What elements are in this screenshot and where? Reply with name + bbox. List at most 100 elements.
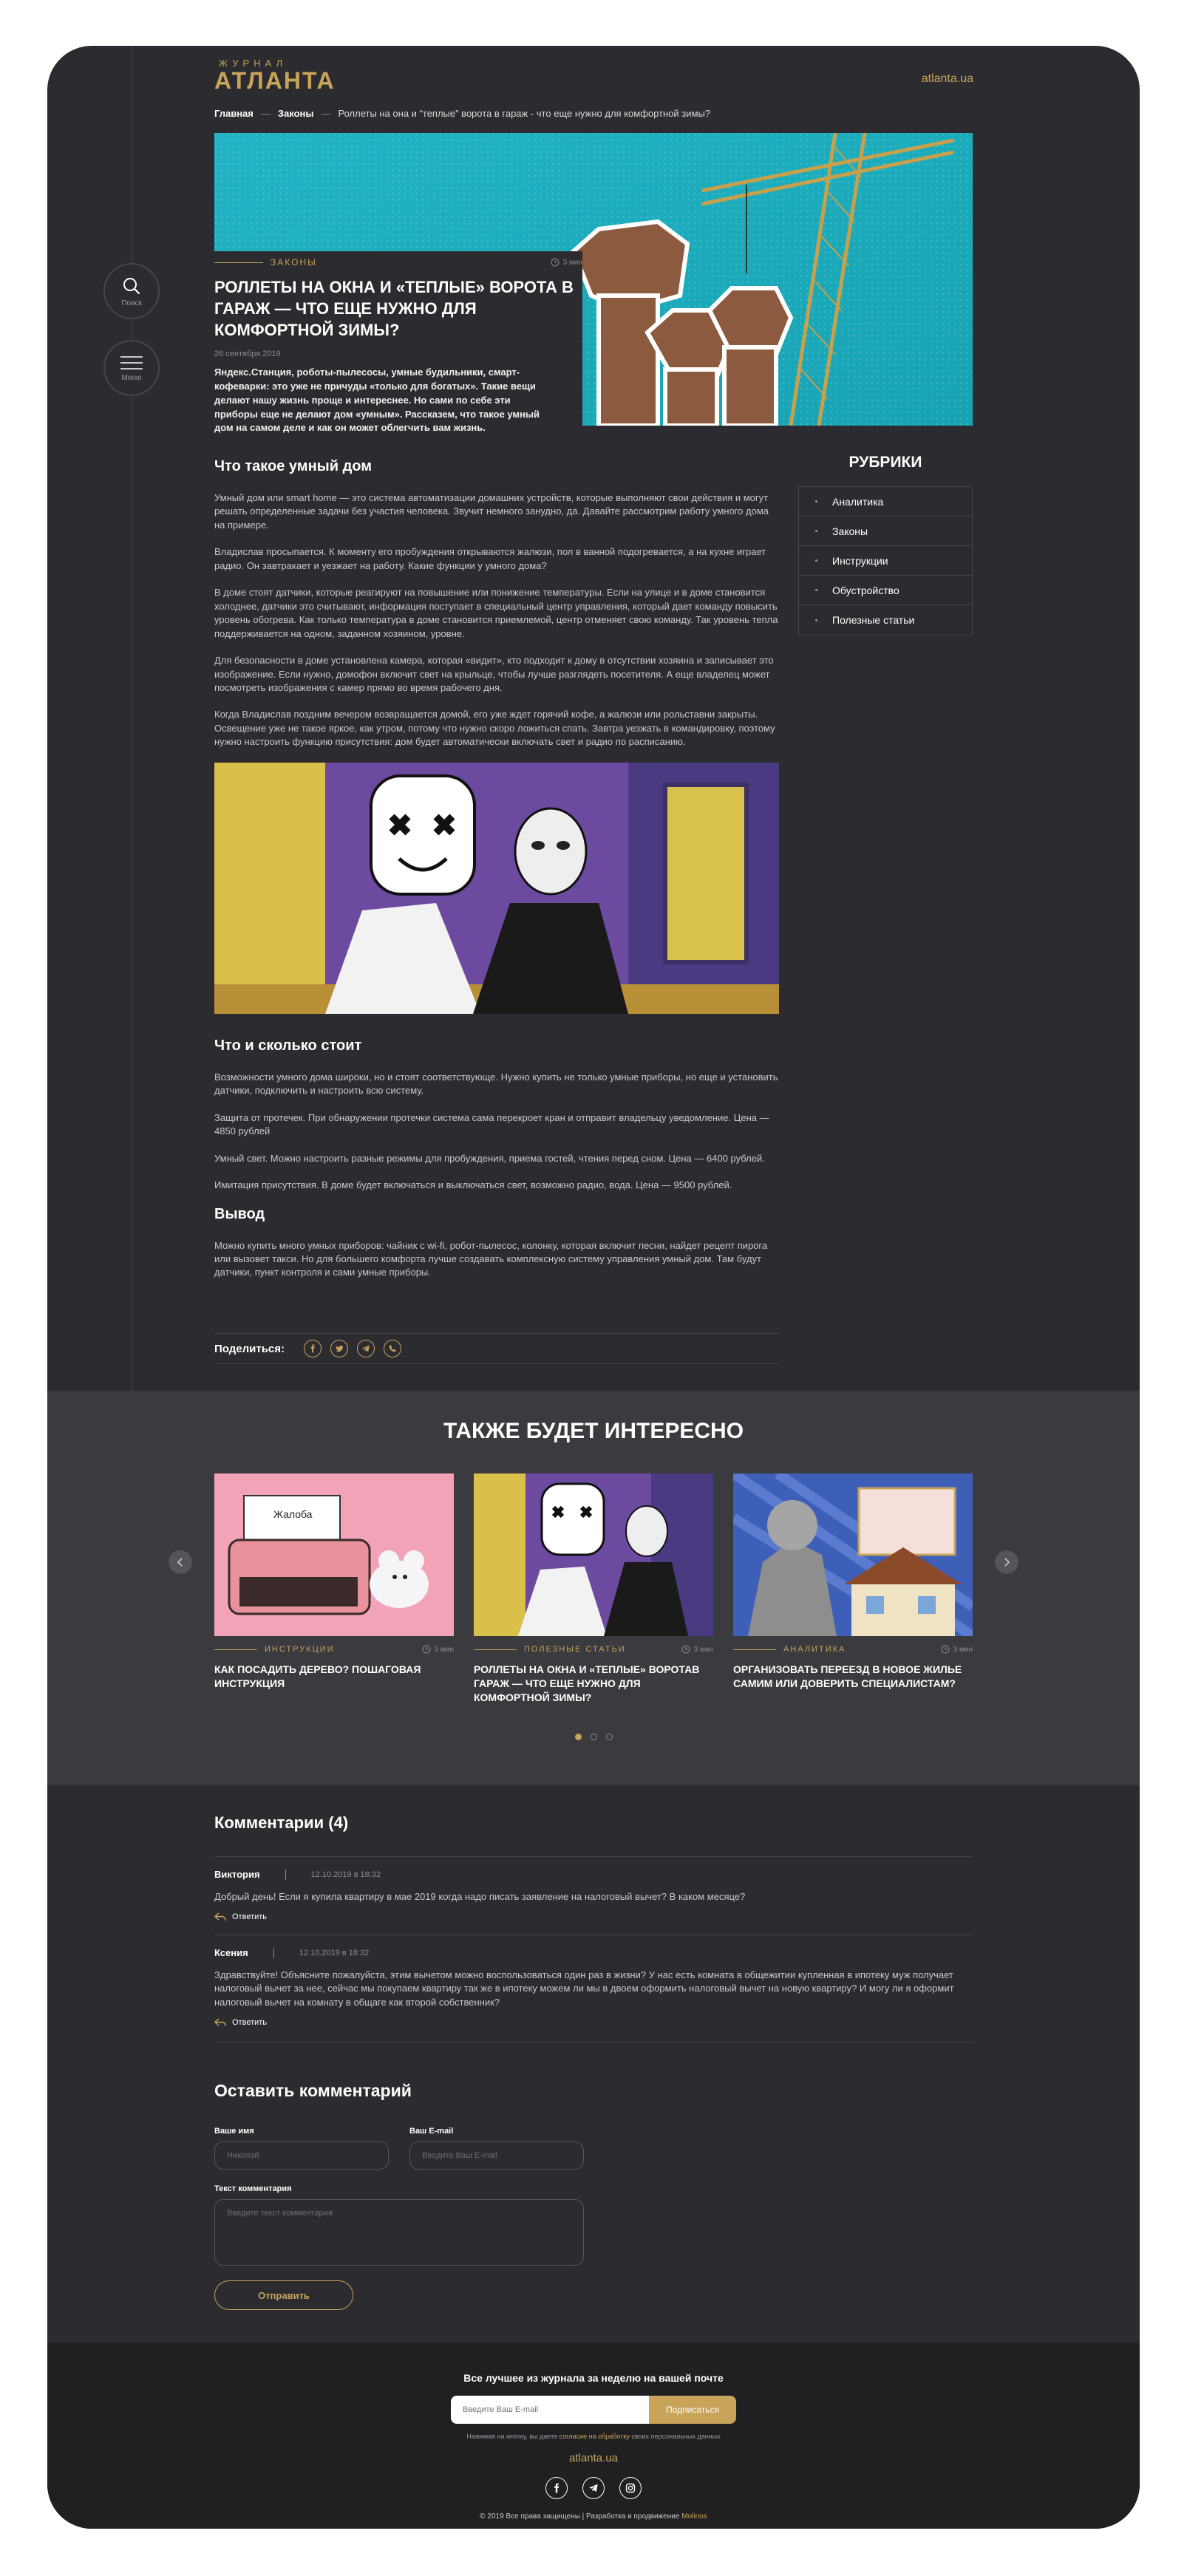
related-card[interactable]: ПОЛЕЗНЫЕ СТАТЬИ 3 мин Роллеты на окна и …	[474, 1473, 713, 1705]
rubric-item-laws[interactable]: Законы	[799, 517, 972, 546]
breadcrumb-section[interactable]: Законы	[278, 108, 314, 119]
comment-date: 12.10.2019 в 18:32	[310, 1870, 381, 1879]
site-link[interactable]: atlanta.ua	[922, 72, 973, 86]
carousel-dot[interactable]	[605, 1734, 613, 1740]
telegram-link[interactable]	[582, 2477, 605, 2499]
comment-author: Виктория	[214, 1869, 260, 1880]
breadcrumb-home[interactable]: Главная	[214, 108, 254, 119]
card-title[interactable]: Роллеты на окна и «теплые» воротав гараж…	[474, 1663, 713, 1705]
breadcrumb-separator: —	[321, 108, 331, 119]
card-title[interactable]: Как посадить дерево? Пошаговая инструкци…	[214, 1663, 454, 1691]
card-category[interactable]: ПОЛЕЗНЫЕ СТАТЬИ	[524, 1645, 626, 1654]
logo[interactable]: ЖУРНАЛ АТЛАНТА	[214, 58, 336, 92]
read-time-label: 3 мин	[693, 1645, 713, 1654]
comment-author: Ксения	[214, 1947, 248, 1959]
clock-icon	[941, 1645, 950, 1654]
card-image	[474, 1473, 713, 1636]
search-icon	[123, 277, 140, 294]
comment-header: Ксения 12.10.2019 в 18:32	[214, 1947, 973, 1958]
paragraph: Можно купить много умных приборов: чайни…	[214, 1239, 768, 1278]
related-section: ТАКЖЕ БУДЕТ ИНТЕРЕСНО Жалоба ИНСТРУКЦИИ …	[47, 1391, 1140, 1785]
submit-button[interactable]: Отправить	[214, 2280, 353, 2310]
rubric-label: Законы	[832, 525, 868, 537]
rubric-item-analytics[interactable]: Аналитика	[799, 487, 972, 517]
consent-before: Нажимая на кнопку, вы даете	[466, 2433, 560, 2440]
facebook-share-button[interactable]	[304, 1340, 322, 1357]
card-image	[733, 1473, 973, 1636]
telegram-share-button[interactable]	[357, 1340, 375, 1357]
facebook-icon	[554, 2483, 560, 2493]
instagram-icon	[625, 2483, 636, 2493]
hero-card: ЗАКОНЫ 3 мин Роллеты на окна и «теплые» …	[214, 251, 582, 433]
card-category[interactable]: ИНСТРУКЦИИ	[265, 1645, 335, 1654]
reply-button[interactable]: Ответить	[214, 2018, 973, 2027]
category-line	[474, 1649, 517, 1650]
hero-category[interactable]: ЗАКОНЫ	[271, 257, 317, 268]
card-title[interactable]: Организовать переезд в новое жилье самим…	[733, 1663, 973, 1691]
email-field[interactable]	[409, 2141, 584, 2170]
rubric-item-arrangement[interactable]: Обустройство	[799, 576, 972, 605]
subscribe-email-input[interactable]	[451, 2396, 649, 2424]
name-label: Ваше имя	[214, 2127, 254, 2136]
paragraph: Умный дом или smart home — это система а…	[214, 492, 769, 531]
read-time: 3 мин	[551, 258, 582, 267]
divider	[285, 1869, 286, 1880]
reply-button[interactable]: Ответить	[214, 1912, 973, 1921]
breadcrumb: Главная — Законы — Роллеты на она и “теплые”…	[214, 108, 710, 119]
paragraph: Владислав просыпается. К моменту его про…	[214, 546, 766, 571]
paragraph: Когда Владислав поздним вечером возвраща…	[214, 709, 775, 748]
twitter-share-button[interactable]	[330, 1340, 349, 1357]
telegram-icon	[589, 2484, 598, 2492]
card-meta: ПОЛЕЗНЫЕ СТАТЬИ 3 мин	[474, 1645, 713, 1654]
card-meta: ИНСТРУКЦИИ 3 мин	[214, 1645, 454, 1654]
comment-textarea[interactable]	[214, 2199, 584, 2266]
rubric-item-useful[interactable]: Полезные статьи	[799, 605, 972, 635]
carousel-dot[interactable]	[590, 1734, 597, 1740]
menu-button[interactable]: Меню	[103, 340, 160, 396]
paragraph: Для безопасности в доме установлена каме…	[214, 655, 774, 693]
name-field[interactable]	[214, 2141, 389, 2170]
hero: ЗАКОНЫ 3 мин Роллеты на окна и «теплые» …	[214, 133, 973, 433]
card-category[interactable]: АНАЛИТИКА	[783, 1645, 846, 1654]
related-card[interactable]: АНАЛИТИКА 3 мин Организовать переезд в н…	[733, 1473, 973, 1691]
carousel-dot-active[interactable]	[574, 1734, 582, 1740]
reply-label: Ответить	[232, 2017, 268, 2027]
instagram-link[interactable]	[619, 2477, 642, 2499]
carousel-next-button[interactable]	[995, 1550, 1018, 1574]
related-title: ТАКЖЕ БУДЕТ ИНТЕРЕСНО	[443, 1419, 744, 1443]
form-title: Оставить комментарий	[214, 2081, 412, 2100]
bullet	[815, 500, 817, 502]
chevron-right-icon	[1004, 1558, 1010, 1567]
carousel-prev-button[interactable]	[169, 1550, 192, 1574]
comment: Виктория 12.10.2019 в 18:32 Добрый день!…	[214, 1856, 973, 1929]
comment-form: Оставить комментарий Ваше имя Ваш E-mail…	[214, 2081, 973, 2310]
related-card[interactable]: Жалоба ИНСТРУКЦИИ 3 мин Как посадить дер…	[214, 1473, 454, 1691]
logo-title: АТЛАНТА	[214, 67, 336, 94]
footer: Все лучшее из журнала за неделю на вашей…	[47, 2342, 1140, 2529]
developer-link[interactable]: Molinos	[681, 2512, 707, 2521]
clock-icon	[422, 1645, 431, 1654]
comment-date: 12.10.2019 в 18:32	[299, 1948, 370, 1957]
article-title: Роллеты на окна и «теплые» ворота в гара…	[214, 278, 574, 340]
paragraph: Возможности умного дома широки, но и сто…	[214, 1071, 778, 1097]
search-button[interactable]: Поиск	[103, 263, 160, 319]
search-label: Поиск	[121, 299, 142, 307]
viber-share-button[interactable]	[384, 1340, 402, 1357]
comment-header: Виктория 12.10.2019 в 18:32	[214, 1869, 973, 1880]
comment-text-label: Текст комментария	[214, 2184, 292, 2193]
menu-icon	[120, 355, 143, 369]
rubric-item-instructions[interactable]: Инструкции	[799, 546, 972, 576]
rubric-label: Аналитика	[832, 495, 884, 508]
consent-link[interactable]: согласие на обработку	[560, 2433, 630, 2440]
comment-text: Здравствуйте! Объясните пожалуйста, этим…	[214, 1969, 954, 2008]
subscribe-button[interactable]: Подписаться	[649, 2396, 736, 2424]
facebook-link[interactable]	[545, 2477, 568, 2499]
rubrics-sidebar: РУБРИКИ Аналитика Законы Инструкции Обус…	[798, 454, 973, 636]
category-line	[214, 1649, 257, 1650]
footer-site-link[interactable]: atlanta.ua	[47, 2452, 1140, 2464]
clock-icon	[681, 1645, 690, 1654]
carousel-pagination	[47, 1734, 1140, 1740]
paragraph: Умный свет. Можно настроить разные режим…	[214, 1152, 765, 1164]
article-body: Что такое умный дом Умный дом или smart …	[214, 458, 779, 1293]
article-image	[214, 762, 779, 1014]
